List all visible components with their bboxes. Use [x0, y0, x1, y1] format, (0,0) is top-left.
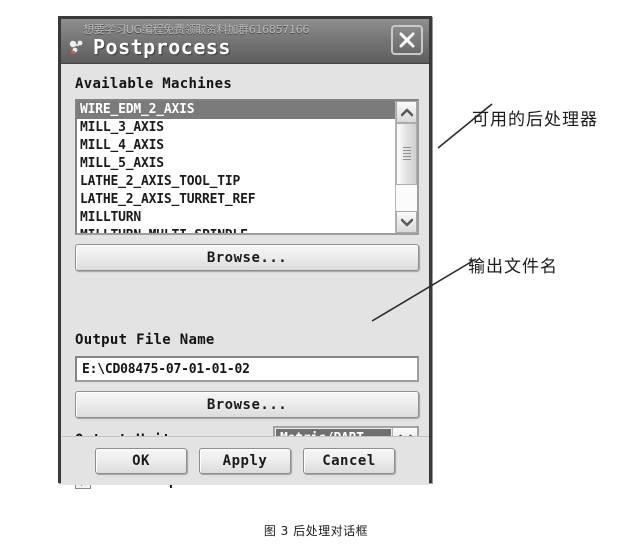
- output-file-name-label: Output File Name: [75, 332, 215, 348]
- browse-output-file-button[interactable]: Browse...: [75, 391, 419, 418]
- scrollbar-track[interactable]: [396, 123, 417, 211]
- annotation-leader-line-2: [371, 258, 477, 322]
- list-item[interactable]: MILLTURN_MULTI_SPINDLE: [77, 227, 395, 233]
- dialog-title: Postprocess: [93, 35, 231, 59]
- scrollbar-thumb[interactable]: [396, 123, 417, 185]
- list-item[interactable]: MILL_4_AXIS: [77, 137, 395, 155]
- chevron-down-icon: [400, 218, 413, 226]
- postprocess-dialog: 想要学习UG编程免费领取资料加群616857166 Postprocess Av…: [58, 16, 432, 489]
- list-item[interactable]: MILL_3_AXIS: [77, 119, 395, 137]
- apply-button[interactable]: Apply: [199, 448, 291, 474]
- list-item[interactable]: LATHE_2_AXIS_TOOL_TIP: [77, 173, 395, 191]
- cancel-button[interactable]: Cancel: [303, 448, 395, 474]
- dialog-titlebar[interactable]: 想要学习UG编程免费领取资料加群616857166 Postprocess: [61, 19, 429, 64]
- chevron-up-icon: [400, 108, 413, 116]
- list-item[interactable]: MILLTURN: [77, 209, 395, 227]
- listbox-scrollbar[interactable]: [395, 101, 417, 233]
- scroll-up-button[interactable]: [396, 101, 417, 123]
- annotation-output-file-name: 输出文件名: [468, 257, 558, 277]
- list-item[interactable]: MILL_5_AXIS: [77, 155, 395, 173]
- output-file-name-input[interactable]: E:\CD08475-07-01-01-02: [75, 356, 419, 382]
- available-machines-listbox[interactable]: WIRE_EDM_2_AXIS MILL_3_AXIS MILL_4_AXIS …: [75, 99, 419, 235]
- annotation-available-postprocessors: 可用的后处理器: [472, 110, 598, 130]
- scrollbar-grip: [402, 147, 411, 161]
- scroll-down-button[interactable]: [396, 211, 417, 233]
- available-machines-label: Available Machines: [75, 76, 233, 92]
- dialog-footer: OK Apply Cancel: [61, 436, 429, 485]
- close-button[interactable]: [391, 25, 423, 55]
- close-icon: [399, 32, 415, 48]
- browse-machines-button[interactable]: Browse...: [75, 244, 419, 271]
- list-item[interactable]: WIRE_EDM_2_AXIS: [77, 101, 395, 119]
- list-item[interactable]: LATHE_2_AXIS_TURRET_REF: [77, 191, 395, 209]
- listbox-items[interactable]: WIRE_EDM_2_AXIS MILL_3_AXIS MILL_4_AXIS …: [77, 101, 395, 233]
- postprocess-icon: [69, 39, 87, 55]
- ok-button[interactable]: OK: [95, 448, 187, 474]
- figure-caption: 图 3 后处理对话框: [263, 524, 369, 538]
